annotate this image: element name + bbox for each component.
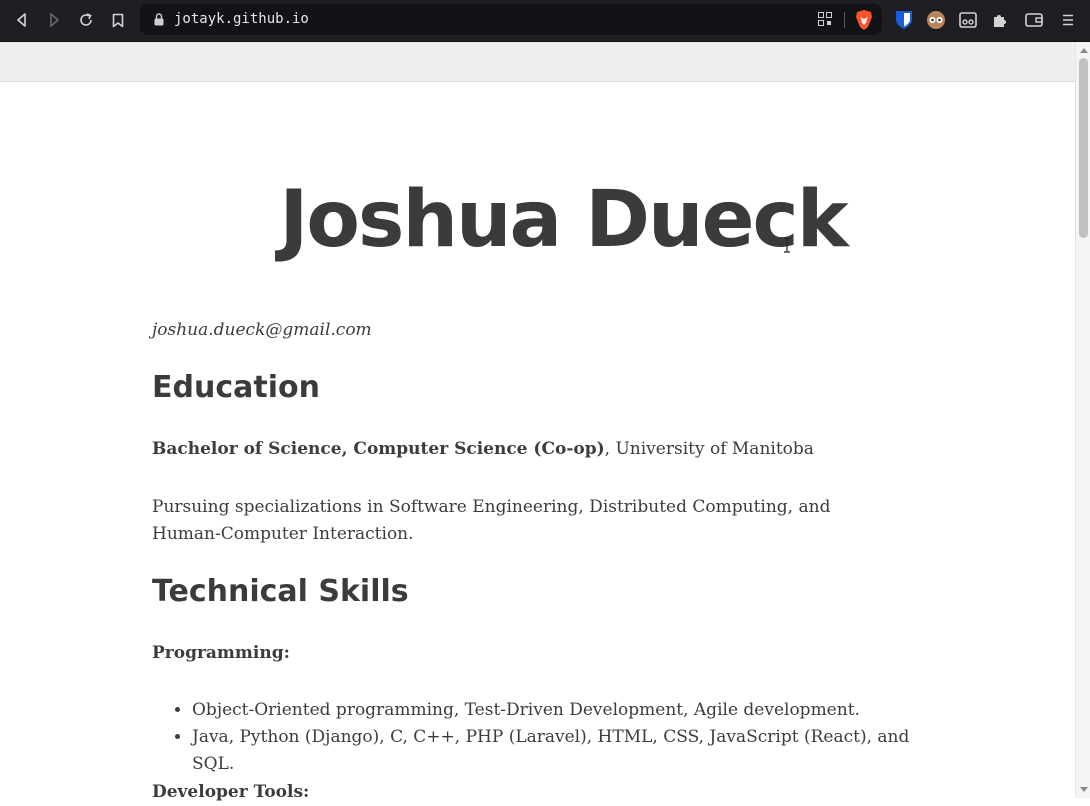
scroll-down-icon[interactable]	[1080, 787, 1088, 792]
list-item: Object-Oriented programming, Test-Driven…	[192, 697, 912, 724]
developer-tools-label: Developer Tools:	[152, 779, 897, 806]
programming-label-text: Programming:	[152, 643, 290, 663]
degree-line: Bachelor of Science, Computer Science (C…	[152, 436, 897, 463]
back-icon[interactable]	[10, 8, 34, 32]
bitwarden-icon[interactable]	[893, 9, 915, 31]
menu-icon[interactable]	[1057, 9, 1079, 31]
forward-icon	[42, 8, 66, 32]
privacy-extension-icon[interactable]	[925, 9, 947, 31]
urlbar-separator	[844, 12, 845, 28]
degree-title: Bachelor of Science, Computer Science (C…	[152, 439, 605, 459]
page-title: Joshua Dueck	[279, 175, 848, 265]
education-heading: Education	[152, 370, 320, 405]
vertical-scrollbar[interactable]	[1075, 42, 1090, 798]
wallet-icon[interactable]	[1023, 9, 1045, 31]
specializations-text: Pursuing specializations in Software Eng…	[152, 497, 831, 544]
brave-shields-icon[interactable]	[855, 10, 873, 30]
programming-list: Object-Oriented programming, Test-Driven…	[152, 697, 912, 778]
url-text[interactable]: jotayk.github.io	[174, 10, 309, 29]
scrollbar-thumb[interactable]	[1079, 58, 1088, 238]
address-bar[interactable]: jotayk.github.io	[140, 4, 882, 35]
reader-icon[interactable]	[957, 9, 979, 31]
scroll-up-icon[interactable]	[1080, 48, 1088, 53]
qr-code-icon[interactable]	[818, 12, 832, 26]
lock-icon[interactable]	[154, 13, 164, 26]
browser-toolbar: jotayk.github.io	[0, 0, 1090, 42]
school-name: , University of Manitoba	[604, 439, 814, 459]
developer-tools-label-text: Developer Tools:	[152, 782, 310, 802]
programming-label: Programming:	[152, 640, 897, 667]
skills-heading: Technical Skills	[152, 574, 409, 609]
list-item: Java, Python (Django), C, C++, PHP (Lara…	[192, 724, 912, 778]
page-header-strip	[0, 42, 1075, 82]
extensions-icon[interactable]	[989, 9, 1011, 31]
email-text: joshua.dueck@gmail.com	[152, 320, 372, 340]
text-cursor-icon	[784, 237, 790, 253]
bookmark-icon[interactable]	[106, 8, 130, 32]
reload-icon[interactable]	[74, 8, 98, 32]
